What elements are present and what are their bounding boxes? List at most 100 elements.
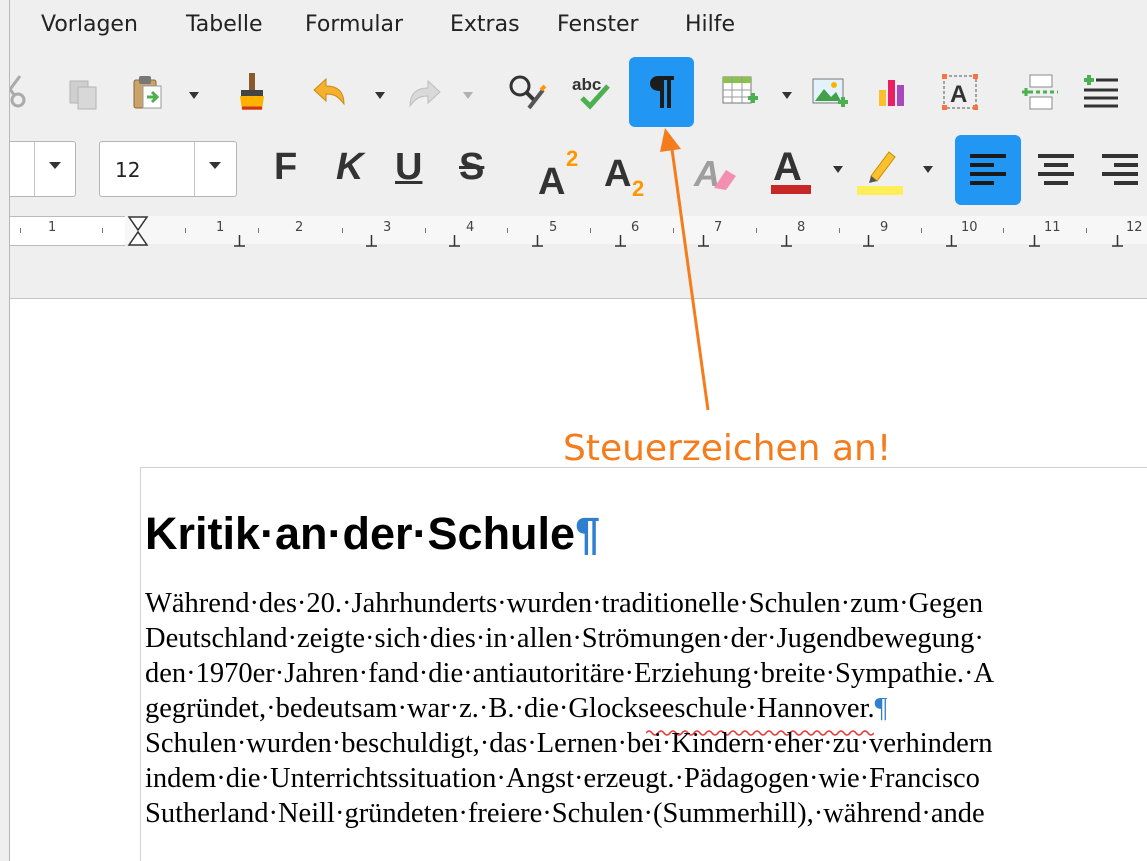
ruler-tick bbox=[839, 228, 840, 233]
ruler-number: 9 bbox=[880, 220, 889, 235]
tab-stop-icon[interactable] bbox=[781, 235, 792, 247]
indent-marker-icon[interactable] bbox=[127, 216, 149, 246]
svg-text:A: A bbox=[538, 161, 565, 198]
paragraph-line[interactable]: gegründet,·bedeutsam·war·z.·B.·die·Glock… bbox=[145, 693, 888, 725]
ruler-tick bbox=[673, 228, 674, 233]
ruler-tick bbox=[185, 228, 186, 233]
svg-text:abc: abc bbox=[572, 75, 601, 94]
font-size-value: 12 bbox=[115, 158, 141, 182]
insert-chart-icon[interactable] bbox=[872, 70, 916, 114]
svg-text:A: A bbox=[950, 81, 967, 108]
svg-text:2: 2 bbox=[566, 146, 578, 171]
paste-icon[interactable] bbox=[125, 70, 169, 114]
tab-stop-icon[interactable] bbox=[366, 235, 377, 247]
tab-stop-icon[interactable] bbox=[698, 235, 709, 247]
undo-icon[interactable] bbox=[310, 70, 354, 114]
find-replace-icon[interactable] bbox=[505, 70, 549, 114]
paragraph-line-text: gegründet,·bedeutsam·war·z.·B.·die·Glock… bbox=[145, 693, 875, 724]
subscript-icon[interactable]: A2 bbox=[604, 144, 654, 198]
ruler-tick bbox=[342, 228, 343, 233]
ruler-number: 5 bbox=[549, 220, 558, 235]
spelling-icon[interactable]: abc bbox=[570, 70, 614, 114]
highlight-dropdown-icon[interactable] bbox=[922, 165, 934, 175]
paragraph-line[interactable]: indem·die·Unterrichtssituation·Angst·erz… bbox=[145, 763, 980, 795]
cut-icon[interactable] bbox=[10, 70, 32, 114]
annotation-label: Steuerzeichen an! bbox=[563, 428, 892, 469]
horizontal-ruler[interactable]: 1 1 2 3 4 5 6 7 8 9 10 11 12 bbox=[10, 212, 1147, 260]
font-size-dropdown-icon[interactable] bbox=[194, 142, 235, 196]
ruler-tick bbox=[756, 228, 757, 233]
tab-stop-icon[interactable] bbox=[863, 235, 874, 247]
document-page[interactable]: Kritik·an·der·Schule¶ Während·des·20.·Ja… bbox=[140, 467, 1147, 861]
bold-icon[interactable]: F bbox=[274, 146, 297, 189]
menu-tabelle[interactable]: Tabelle bbox=[186, 12, 263, 37]
ruler-tick bbox=[102, 228, 103, 233]
menu-formular[interactable]: Formular bbox=[305, 12, 403, 37]
document-heading[interactable]: Kritik·an·der·Schule¶ bbox=[145, 508, 600, 560]
undo-dropdown-icon[interactable] bbox=[374, 91, 386, 101]
font-color-icon[interactable]: A bbox=[767, 140, 817, 198]
svg-text:A: A bbox=[604, 153, 631, 195]
align-right-icon[interactable] bbox=[1098, 148, 1142, 192]
align-center-icon[interactable] bbox=[1034, 148, 1078, 192]
tab-stop-icon[interactable] bbox=[234, 235, 245, 247]
ruler-tick bbox=[1086, 228, 1087, 233]
font-name-dropdown-icon[interactable] bbox=[34, 142, 75, 196]
insert-textbox-icon[interactable]: A bbox=[938, 70, 982, 114]
clear-formatting-icon[interactable]: A bbox=[692, 148, 744, 196]
paragraph-line[interactable]: Während·des·20.·Jahrhunderts·wurden·trad… bbox=[145, 588, 983, 620]
ruler-number: 1 bbox=[216, 220, 225, 235]
ruler-number: 2 bbox=[295, 220, 304, 235]
ruler-number: 10 bbox=[961, 220, 978, 235]
ruler-tick bbox=[425, 228, 426, 233]
paragraph-line[interactable]: Deutschland·zeigte·sich·dies·in·allen·St… bbox=[145, 623, 984, 655]
tab-stop-icon[interactable] bbox=[449, 235, 460, 247]
ruler-number: 12 bbox=[1126, 220, 1143, 235]
ruler-number: 1 bbox=[48, 220, 57, 235]
menu-extras[interactable]: Extras bbox=[450, 12, 520, 37]
pilcrow-icon bbox=[640, 70, 684, 114]
tab-stop-icon[interactable] bbox=[946, 235, 957, 247]
insert-table-dropdown-icon[interactable] bbox=[781, 91, 793, 101]
italic-icon[interactable]: K bbox=[336, 146, 363, 189]
ruler-tick bbox=[1003, 228, 1004, 233]
copy-icon[interactable] bbox=[62, 73, 106, 117]
pilcrow-mark: ¶ bbox=[575, 508, 601, 559]
pilcrow-mark: ¶ bbox=[874, 693, 888, 724]
paragraph-line[interactable]: den·1970er·Jahren·fand·die·antiautoritär… bbox=[145, 658, 994, 690]
font-color-dropdown-icon[interactable] bbox=[832, 165, 844, 175]
highlight-color-icon[interactable] bbox=[855, 140, 907, 198]
insert-table-icon[interactable] bbox=[718, 70, 762, 114]
align-left-icon bbox=[966, 148, 1010, 192]
superscript-icon[interactable]: A2 bbox=[538, 144, 588, 198]
paste-dropdown-icon[interactable] bbox=[188, 91, 200, 101]
tab-stop-icon[interactable] bbox=[1112, 235, 1123, 247]
font-name-combo[interactable] bbox=[10, 141, 76, 197]
redo-dropdown-icon[interactable] bbox=[462, 91, 474, 101]
ruler-number: 7 bbox=[714, 220, 723, 235]
menu-vorlagen[interactable]: Vorlagen bbox=[41, 12, 138, 37]
ruler-number: 6 bbox=[631, 220, 640, 235]
insert-page-break-icon[interactable] bbox=[1018, 70, 1062, 114]
insert-image-icon[interactable] bbox=[808, 70, 852, 114]
ruler-tick bbox=[507, 228, 508, 233]
menu-bar: Vorlagen Tabelle Formular Extras Fenster… bbox=[10, 0, 1147, 50]
font-size-combo[interactable]: 12 bbox=[99, 141, 237, 197]
ruler-number: 11 bbox=[1044, 220, 1061, 235]
tab-stop-icon[interactable] bbox=[1029, 235, 1040, 247]
tab-stop-icon[interactable] bbox=[615, 235, 626, 247]
underline-icon[interactable]: U bbox=[395, 146, 422, 189]
clone-formatting-icon[interactable] bbox=[230, 70, 274, 114]
menu-hilfe[interactable]: Hilfe bbox=[685, 12, 735, 37]
ruler-tick bbox=[921, 228, 922, 233]
document-workspace[interactable]: Kritik·an·der·Schule¶ Während·des·20.·Ja… bbox=[10, 298, 1147, 861]
ruler-number: 3 bbox=[383, 220, 392, 235]
ruler-tick bbox=[20, 228, 21, 233]
redo-icon[interactable] bbox=[400, 72, 444, 116]
tab-stop-icon[interactable] bbox=[532, 235, 543, 247]
strikethrough-icon[interactable]: S bbox=[459, 146, 484, 189]
paragraph-line[interactable]: Schulen·wurden·beschuldigt,·das·Lernen·b… bbox=[145, 728, 993, 760]
menu-fenster[interactable]: Fenster bbox=[557, 12, 639, 37]
insert-field-icon[interactable] bbox=[1078, 70, 1122, 114]
paragraph-line[interactable]: Sutherland·Neill·gründeten·freiere·Schul… bbox=[145, 798, 985, 830]
